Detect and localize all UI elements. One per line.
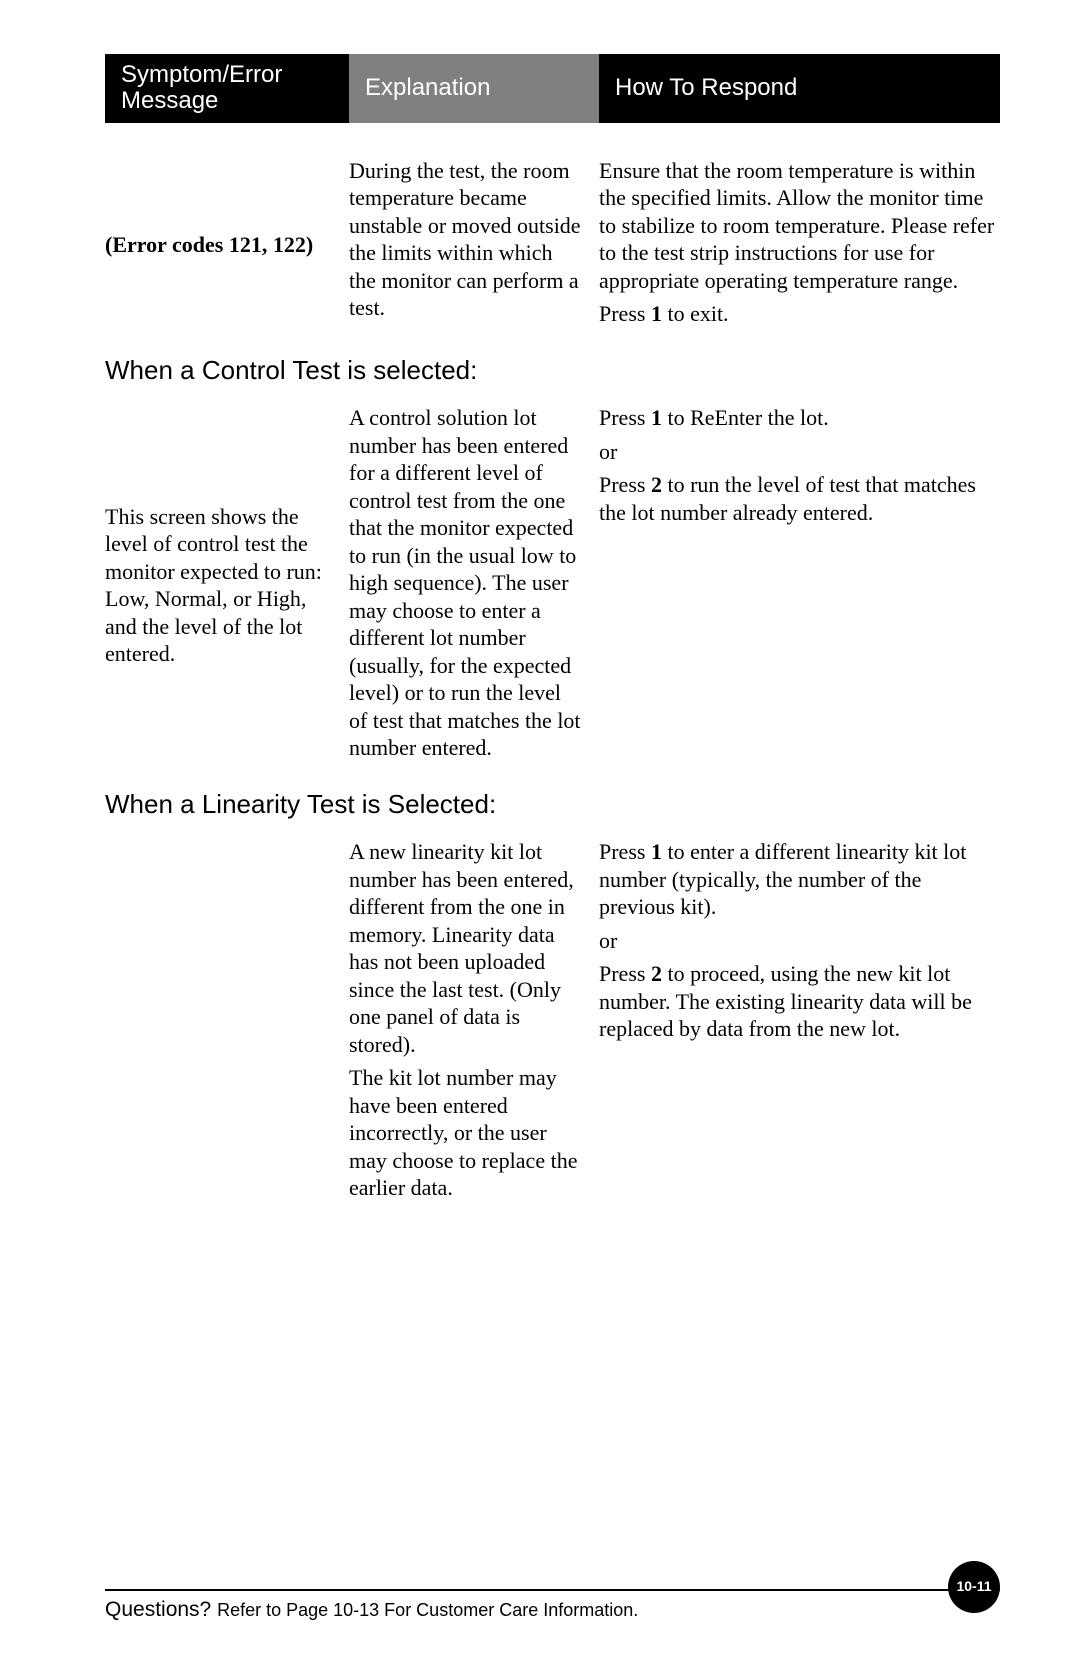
cell-explanation: During the test, the room temperature be… xyxy=(349,157,599,332)
text: Press xyxy=(599,961,651,986)
respond-text: Press 2 to proceed, using the new kit lo… xyxy=(599,960,1000,1043)
header-col-symptom: Symptom/Error Message xyxy=(105,54,349,123)
key-1: 1 xyxy=(651,839,662,864)
symptom-text: This screen shows the level of control t… xyxy=(105,503,331,668)
page: Symptom/Error Message Explanation How To… xyxy=(0,0,1080,1669)
table-row: (Error codes 121, 122) During the test, … xyxy=(105,157,1000,332)
respond-text: Press 1 to exit. xyxy=(599,300,1000,328)
explanation-text: During the test, the room temperature be… xyxy=(349,157,581,322)
text: Press xyxy=(599,472,651,497)
text: to exit. xyxy=(662,301,729,326)
key-2: 2 xyxy=(651,961,662,986)
cell-respond: Ensure that the room temperature is with… xyxy=(599,157,1000,332)
table-row: A new linearity kit lot number has been … xyxy=(105,838,1000,1206)
troubleshoot-table: (Error codes 121, 122) During the test, … xyxy=(105,157,1000,1206)
key-2: 2 xyxy=(651,472,662,497)
key-1: 1 xyxy=(651,405,662,430)
text: Press xyxy=(599,839,651,864)
header-col-respond: How To Respond xyxy=(599,54,1000,123)
text: Press xyxy=(599,301,651,326)
page-number-badge: 10-11 xyxy=(948,1561,1000,1613)
error-codes-label: (Error codes 121, 122) xyxy=(105,231,313,259)
table-row: This screen shows the level of control t… xyxy=(105,404,1000,766)
page-footer: 10-11 Questions? Refer to Page 10-13 For… xyxy=(105,1589,1000,1623)
footer-ref: Refer to Page 10-13 For Customer Care In… xyxy=(217,1600,638,1620)
text: Press xyxy=(599,405,651,430)
cell-explanation: A new linearity kit lot number has been … xyxy=(349,838,599,1206)
section-heading: When a Control Test is selected: xyxy=(105,354,1000,387)
respond-text: Ensure that the room temperature is with… xyxy=(599,157,1000,295)
respond-text: Press 2 to run the level of test that ma… xyxy=(599,471,1000,526)
respond-text: Press 1 to ReEnter the lot. xyxy=(599,404,1000,432)
cell-symptom: (Error codes 121, 122) xyxy=(105,157,349,332)
key-1: 1 xyxy=(651,301,662,326)
header-col-explanation: Explanation xyxy=(349,54,599,123)
or-text: or xyxy=(599,927,1000,955)
cell-symptom: This screen shows the level of control t… xyxy=(105,404,349,766)
cell-respond: Press 1 to ReEnter the lot. or Press 2 t… xyxy=(599,404,1000,766)
explanation-text: The kit lot number may have been entered… xyxy=(349,1064,581,1202)
explanation-text: A control solution lot number has been e… xyxy=(349,404,581,762)
cell-symptom xyxy=(105,838,349,1206)
text: to ReEnter the lot. xyxy=(662,405,829,430)
or-text: or xyxy=(599,438,1000,466)
explanation-text: A new linearity kit lot number has been … xyxy=(349,838,581,1058)
table-header: Symptom/Error Message Explanation How To… xyxy=(105,54,1000,123)
cell-respond: Press 1 to enter a different linearity k… xyxy=(599,838,1000,1206)
questions-label: Questions? xyxy=(105,1598,217,1621)
footer-text: Questions? Refer to Page 10-13 For Custo… xyxy=(105,1589,1000,1623)
section-heading: When a Linearity Test is Selected: xyxy=(105,788,1000,821)
respond-text: Press 1 to enter a different linearity k… xyxy=(599,838,1000,921)
cell-explanation: A control solution lot number has been e… xyxy=(349,404,599,766)
